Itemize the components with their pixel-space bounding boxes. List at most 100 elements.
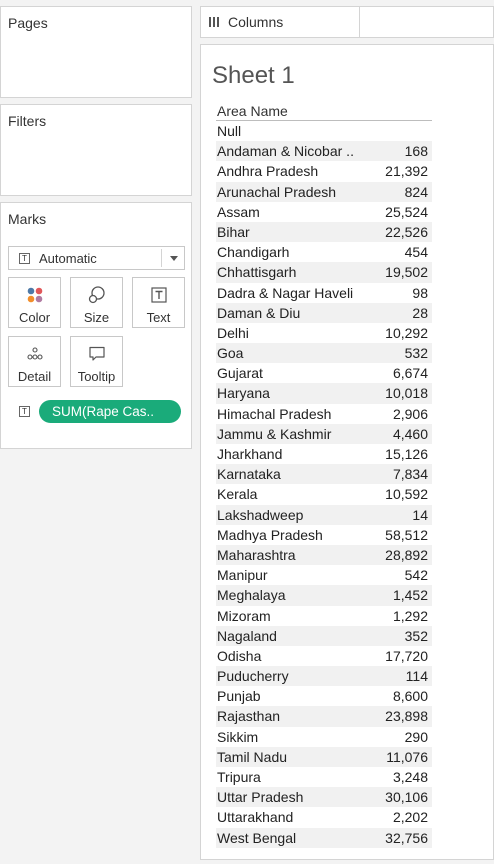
pages-shelf[interactable]: Pages: [0, 6, 192, 98]
table-row[interactable]: Jharkhand 15,126: [216, 444, 432, 464]
area-name-cell[interactable]: Chhattisgarh: [217, 262, 369, 282]
area-name-cell[interactable]: Nagaland: [217, 626, 369, 646]
table-row[interactable]: Haryana 10,018: [216, 383, 432, 404]
area-name-cell[interactable]: Bihar: [217, 222, 369, 242]
area-name-cell[interactable]: Gujarat: [217, 363, 369, 383]
table-row[interactable]: Arunachal Pradesh 824: [216, 181, 432, 202]
value-cell[interactable]: 28: [412, 303, 428, 323]
table-row[interactable]: Uttar Pradesh 30,106: [216, 787, 432, 808]
area-name-cell[interactable]: Odisha: [217, 646, 369, 666]
size-button[interactable]: Size: [70, 277, 123, 328]
area-name-cell[interactable]: Karnataka: [217, 464, 369, 484]
value-cell[interactable]: 532: [405, 343, 428, 363]
value-cell[interactable]: 10,592: [385, 484, 428, 504]
area-name-cell[interactable]: Mizoram: [217, 606, 369, 626]
value-cell[interactable]: 3,248: [393, 767, 428, 787]
detail-button[interactable]: Detail: [8, 336, 61, 387]
table-row[interactable]: West Bengal 32,756: [216, 827, 432, 848]
area-name-cell[interactable]: Arunachal Pradesh: [217, 182, 369, 202]
table-row[interactable]: Himachal Pradesh 2,906: [216, 404, 432, 424]
value-cell[interactable]: 14: [412, 505, 428, 525]
value-cell[interactable]: 32,756: [385, 828, 428, 848]
table-row[interactable]: Assam 25,524: [216, 202, 432, 222]
table-row[interactable]: Dadra & Nagar Haveli 98: [216, 283, 432, 303]
value-cell[interactable]: 114: [406, 666, 428, 686]
value-cell[interactable]: 454: [405, 242, 428, 262]
value-cell[interactable]: 21,392: [385, 161, 428, 181]
area-name-cell[interactable]: Madhya Pradesh: [217, 525, 369, 545]
value-cell[interactable]: 2,906: [393, 404, 428, 424]
area-name-cell[interactable]: Rajasthan: [217, 706, 369, 726]
table-row[interactable]: Uttarakhand 2,202: [216, 807, 432, 827]
value-cell[interactable]: 4,460: [393, 424, 428, 444]
area-name-cell[interactable]: Kerala: [217, 484, 369, 504]
filters-shelf[interactable]: Filters: [0, 104, 192, 196]
table-row[interactable]: Delhi 10,292: [216, 323, 432, 343]
table-row[interactable]: Odisha 17,720: [216, 646, 432, 666]
table-row[interactable]: Chhattisgarh 19,502: [216, 262, 432, 283]
area-name-cell[interactable]: Null: [217, 121, 369, 141]
column-header[interactable]: Area Name: [216, 101, 432, 121]
value-cell[interactable]: 1,452: [393, 585, 428, 605]
area-name-cell[interactable]: Manipur: [217, 565, 369, 585]
table-row[interactable]: Tripura 3,248: [216, 767, 432, 787]
table-row[interactable]: Daman & Diu 28: [216, 302, 432, 323]
columns-shelf[interactable]: Columns: [200, 6, 494, 38]
value-cell[interactable]: 22,526: [385, 222, 428, 242]
table-row[interactable]: Gujarat 6,674: [216, 363, 432, 383]
area-name-cell[interactable]: Uttarakhand: [217, 807, 369, 827]
table-row[interactable]: Null: [216, 121, 432, 141]
table-row[interactable]: Karnataka 7,834: [216, 464, 432, 485]
area-name-cell[interactable]: Delhi: [217, 323, 369, 343]
value-cell[interactable]: 23,898: [385, 706, 428, 726]
table-row[interactable]: Chandigarh 454: [216, 242, 432, 262]
value-cell[interactable]: 6,674: [393, 363, 428, 383]
table-row[interactable]: Sikkim 290: [216, 727, 432, 747]
area-name-cell[interactable]: Uttar Pradesh: [217, 787, 369, 807]
area-name-cell[interactable]: Andaman & Nicobar ..: [217, 141, 369, 161]
table-row[interactable]: Jammu & Kashmir 4,460: [216, 423, 432, 444]
area-name-cell[interactable]: Dadra & Nagar Haveli: [217, 283, 369, 303]
value-cell[interactable]: 290: [405, 727, 428, 747]
value-cell[interactable]: 11,076: [386, 747, 428, 767]
area-name-cell[interactable]: Lakshadweep: [217, 505, 369, 525]
table-row[interactable]: Kerala 10,592: [216, 484, 432, 504]
color-button[interactable]: Color: [8, 277, 61, 328]
table-row[interactable]: Meghalaya 1,452: [216, 585, 432, 606]
table-row[interactable]: Madhya Pradesh 58,512: [216, 525, 432, 545]
chevron-down-icon[interactable]: [170, 256, 178, 261]
value-cell[interactable]: 7,834: [393, 464, 428, 484]
value-cell[interactable]: 58,512: [385, 525, 428, 545]
table-row[interactable]: Rajasthan 23,898: [216, 706, 432, 727]
table-row[interactable]: Mizoram 1,292: [216, 606, 432, 626]
area-name-cell[interactable]: Puducherry: [217, 666, 369, 686]
area-name-cell[interactable]: Tripura: [217, 767, 369, 787]
value-cell[interactable]: 168: [405, 141, 428, 161]
table-row[interactable]: Goa 532: [216, 343, 432, 364]
value-cell[interactable]: 30,106: [385, 787, 428, 807]
value-cell[interactable]: 10,018: [385, 383, 428, 403]
area-name-cell[interactable]: Sikkim: [217, 727, 369, 747]
area-name-cell[interactable]: Chandigarh: [217, 242, 369, 262]
value-cell[interactable]: 542: [405, 565, 428, 585]
area-name-cell[interactable]: West Bengal: [217, 828, 369, 848]
area-name-cell[interactable]: Punjab: [217, 686, 369, 706]
area-name-cell[interactable]: Maharashtra: [217, 545, 369, 565]
measure-pill[interactable]: SUM(Rape Cas..: [39, 400, 181, 423]
area-name-cell[interactable]: Tamil Nadu: [217, 747, 369, 767]
area-name-cell[interactable]: Himachal Pradesh: [217, 404, 369, 424]
table-row[interactable]: Punjab 8,600: [216, 686, 432, 706]
value-cell[interactable]: 10,292: [385, 323, 428, 343]
value-cell[interactable]: 15,126: [385, 444, 428, 464]
value-cell[interactable]: 352: [405, 626, 428, 646]
value-cell[interactable]: 1,292: [393, 606, 428, 626]
area-name-cell[interactable]: Haryana: [217, 383, 369, 403]
tooltip-button[interactable]: Tooltip: [70, 336, 123, 387]
value-cell[interactable]: 824: [405, 182, 428, 202]
table-row[interactable]: Nagaland 352: [216, 625, 432, 646]
area-name-cell[interactable]: Andhra Pradesh: [217, 161, 369, 181]
value-cell[interactable]: 2,202: [393, 807, 428, 827]
table-row[interactable]: Lakshadweep 14: [216, 504, 432, 525]
area-name-cell[interactable]: Jammu & Kashmir: [217, 424, 369, 444]
area-name-cell[interactable]: Goa: [217, 343, 369, 363]
